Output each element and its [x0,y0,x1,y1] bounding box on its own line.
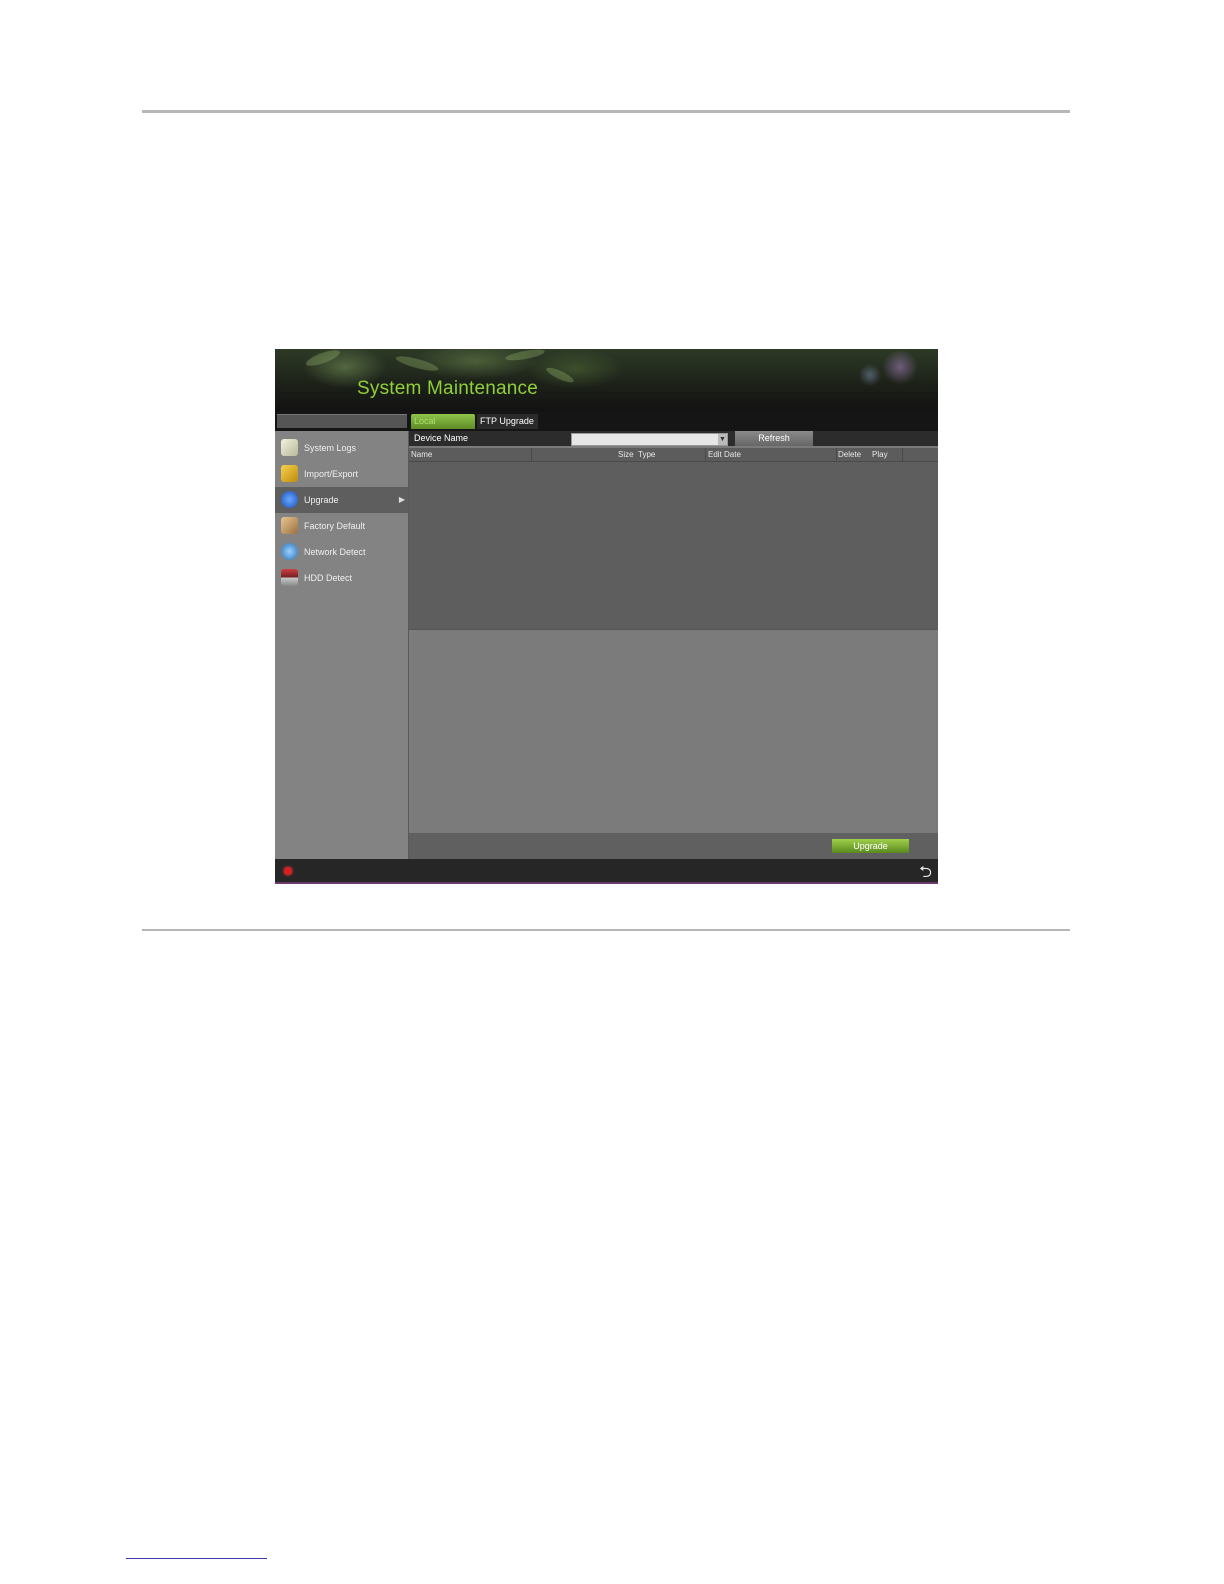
leaf-decoration [304,349,342,369]
dvr-window: System Maintenance Local Upgrade FTP Upg… [275,349,938,884]
sidebar-item-label: HDD Detect [304,573,353,583]
leaf-decoration [394,353,440,374]
column-header-edit-date[interactable]: Edit Date [708,450,741,459]
document-icon [281,439,298,456]
sidebar-header [277,414,407,428]
sidebar-item-label: Import/Export [304,469,359,479]
sidebar: System Logs Import/Export Upgrade ▶ Fact… [275,431,409,859]
top-rule [142,110,1070,113]
tab-bar: Local Upgrade FTP Upgrade [411,414,538,441]
chevron-right-icon: ▶ [398,495,405,504]
column-header-type[interactable]: Type [638,450,655,459]
column-header-play[interactable]: Play [872,450,888,459]
main-content: Device Name ▼ Refresh Name Size Type Edi… [409,431,938,859]
sidebar-item-label: Upgrade [304,495,339,505]
upgrade-button[interactable]: Upgrade [832,839,909,853]
hdd-icon [281,569,298,586]
bottom-rule [142,929,1070,931]
details-area [409,630,938,833]
record-status-icon [284,867,292,875]
sidebar-item-hdd-detect[interactable]: HDD Detect [275,565,408,591]
info-icon [281,491,298,508]
sidebar-item-label: System Logs [304,443,357,453]
column-divider [836,448,837,461]
back-icon[interactable]: ⮌ [919,861,932,884]
tab-local-upgrade[interactable]: Local Upgrade [411,414,475,441]
box-icon [281,517,298,534]
column-divider [705,448,706,461]
sidebar-item-network-detect[interactable]: Network Detect [275,539,408,565]
window-title: System Maintenance [357,378,539,399]
device-bar: Device Name ▼ Refresh [409,431,938,446]
leaf-decoration [544,365,576,385]
column-divider [531,448,532,461]
column-divider [902,448,903,461]
action-bar: Upgrade [409,833,938,859]
sidebar-item-upgrade[interactable]: Upgrade ▶ [275,487,408,513]
file-table-body [409,462,938,630]
file-table-header: Name Size Type Edit Date Delete Play [409,448,938,462]
globe-icon [281,543,298,560]
leaf-decoration [504,349,546,363]
sidebar-item-import-export[interactable]: Import/Export [275,461,408,487]
column-header-name[interactable]: Name [411,450,432,459]
device-name-label: Device Name [414,433,469,443]
title-banner: System Maintenance [275,349,938,411]
footnote-rule [126,1558,267,1559]
sidebar-item-factory-default[interactable]: Factory Default [275,513,408,539]
sidebar-item-label: Factory Default [304,521,366,531]
column-header-delete[interactable]: Delete [838,450,861,459]
device-name-select[interactable]: ▼ [571,433,728,446]
sidebar-item-system-logs[interactable]: System Logs [275,435,408,461]
refresh-button[interactable]: Refresh [735,431,813,446]
column-header-size[interactable]: Size [618,450,634,459]
tab-ftp-upgrade[interactable]: FTP Upgrade [477,414,538,429]
status-bar: ⮌ [275,859,938,884]
sidebar-item-label: Network Detect [304,547,366,557]
folder-icon [281,465,298,482]
chevron-down-icon[interactable]: ▼ [718,434,727,445]
